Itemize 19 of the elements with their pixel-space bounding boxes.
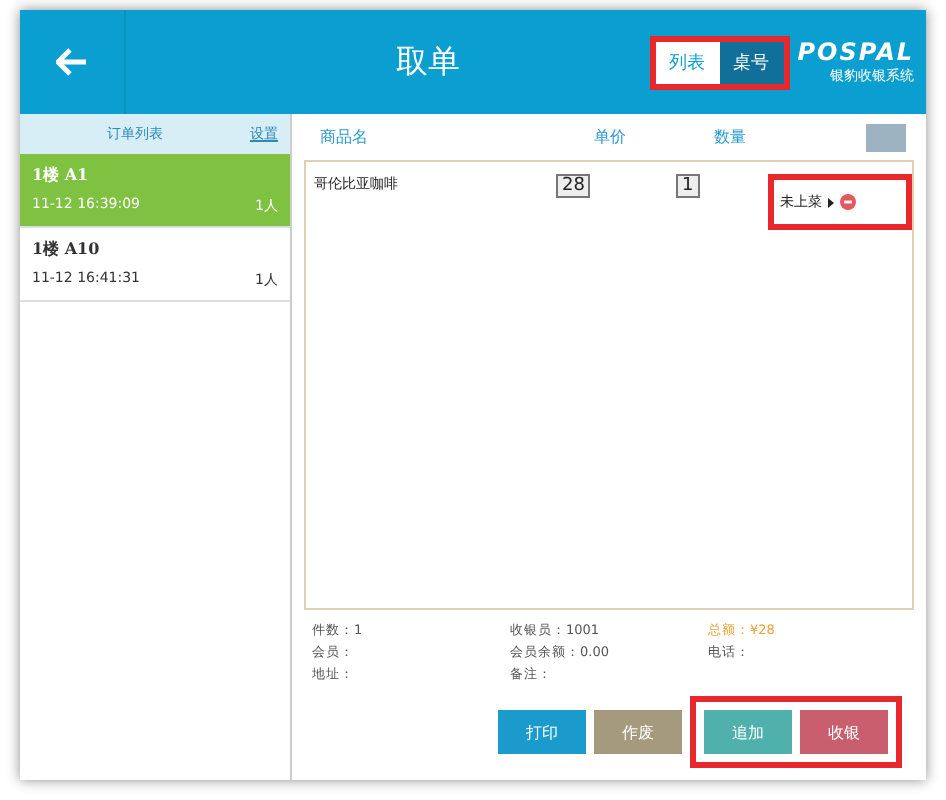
price-value: 28 <box>556 174 591 199</box>
action-button[interactable]: 打印 <box>498 710 586 754</box>
logo-name: POSPAL <box>797 38 914 66</box>
column-header: 单价 <box>594 126 628 149</box>
caret-icon[interactable] <box>828 197 834 208</box>
action-button[interactable]: 收银 <box>800 710 888 754</box>
action-button[interactable]: 追加 <box>704 710 792 754</box>
remove-icon[interactable] <box>840 194 856 211</box>
column-header: 商品名 <box>320 126 370 149</box>
column-header: 数量 <box>714 126 748 149</box>
action-button[interactable]: 作废 <box>594 710 682 754</box>
page-title: 取单 <box>393 41 462 83</box>
view-tab[interactable]: 列表 <box>655 41 720 83</box>
table-name: 1楼 A10 <box>32 238 102 260</box>
view-tab[interactable]: 桌号 <box>719 41 784 83</box>
back-arrow-icon[interactable] <box>56 48 88 76</box>
quantity-value: 1 <box>676 174 700 199</box>
table-name: 1楼 A1 <box>32 164 91 186</box>
keyboard-button[interactable] <box>866 123 906 152</box>
